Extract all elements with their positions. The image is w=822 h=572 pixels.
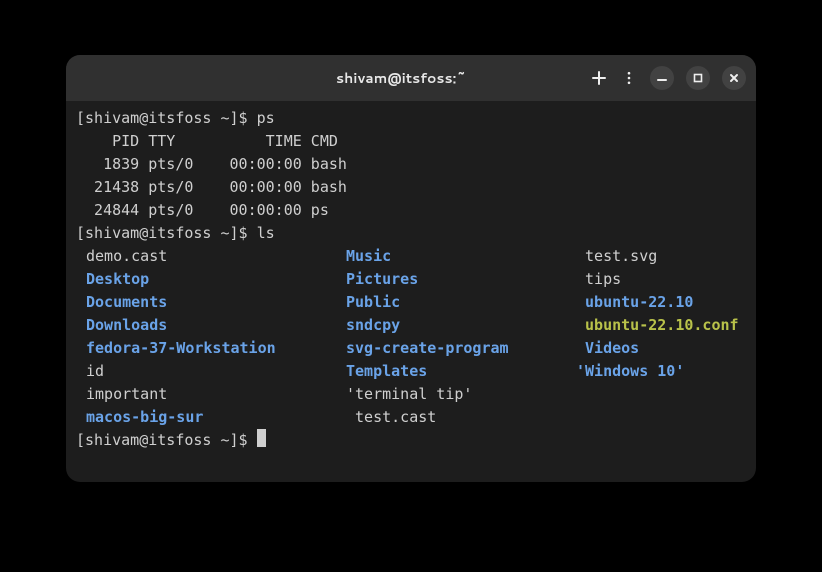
ls-col-3: test.svg tips ubuntu-22.10 ubuntu-22.10.… [566,245,756,429]
list-item: fedora-37-Workstation [76,337,336,360]
list-item: ubuntu-22.10.conf [566,314,756,337]
titlebar: shivam@itsfoss:~ [66,55,756,101]
ps-command: ps [257,109,275,127]
ps-row: 1839 pts/0 00:00:00 bash [76,155,347,173]
list-item: tips [566,268,756,291]
ps-header: PID TTY TIME CMD [76,132,338,150]
list-item: Templates [336,360,566,383]
list-item: important [76,383,336,406]
list-item: svg-create-program [336,337,566,360]
list-item: 'terminal tip' [336,383,566,406]
close-button[interactable] [722,66,746,90]
list-item: sndcpy [336,314,566,337]
ls-output: demo.castDesktopDocumentsDownloadsfedora… [76,245,746,429]
cursor [257,429,266,447]
list-item: Public [336,291,566,314]
ps-row: 24844 pts/0 00:00:00 ps [76,201,329,219]
list-item: Pictures [336,268,566,291]
ps-row: 21438 pts/0 00:00:00 bash [76,178,347,196]
list-item: test.svg [566,245,756,268]
terminal-body[interactable]: [shivam@itsfoss ~]$ ps PID TTY TIME CMD … [66,101,756,482]
ls-col-1: demo.castDesktopDocumentsDownloadsfedora… [76,245,336,429]
ls-col-2: MusicPicturesPublicsndcpysvg-create-prog… [336,245,566,429]
maximize-button[interactable] [686,66,710,90]
new-tab-button[interactable] [590,69,608,87]
prompt-line: [shivam@itsfoss ~]$ [76,431,257,449]
terminal-window: shivam@itsfoss:~ [shivam@itsfoss ~]$ ps … [66,55,756,482]
menu-button[interactable] [620,69,638,87]
list-item: Downloads [76,314,336,337]
list-item: Music [336,245,566,268]
minimize-button[interactable] [650,66,674,90]
list-item: demo.cast [76,245,336,268]
ls-command: ls [257,224,275,242]
list-item: Videos [566,337,756,360]
list-item: test.cast [336,406,566,429]
list-item: ubuntu-22.10 [566,291,756,314]
titlebar-controls [590,66,746,90]
list-item: id [76,360,336,383]
prompt-line: [shivam@itsfoss ~]$ ps [76,109,275,127]
list-item: 'Windows 10' [566,360,756,383]
list-item: Documents [76,291,336,314]
list-item: macos-big-sur [76,406,336,429]
window-title: shivam@itsfoss:~ [336,68,466,88]
prompt-line: [shivam@itsfoss ~]$ ls [76,224,275,242]
list-item: Desktop [76,268,336,291]
